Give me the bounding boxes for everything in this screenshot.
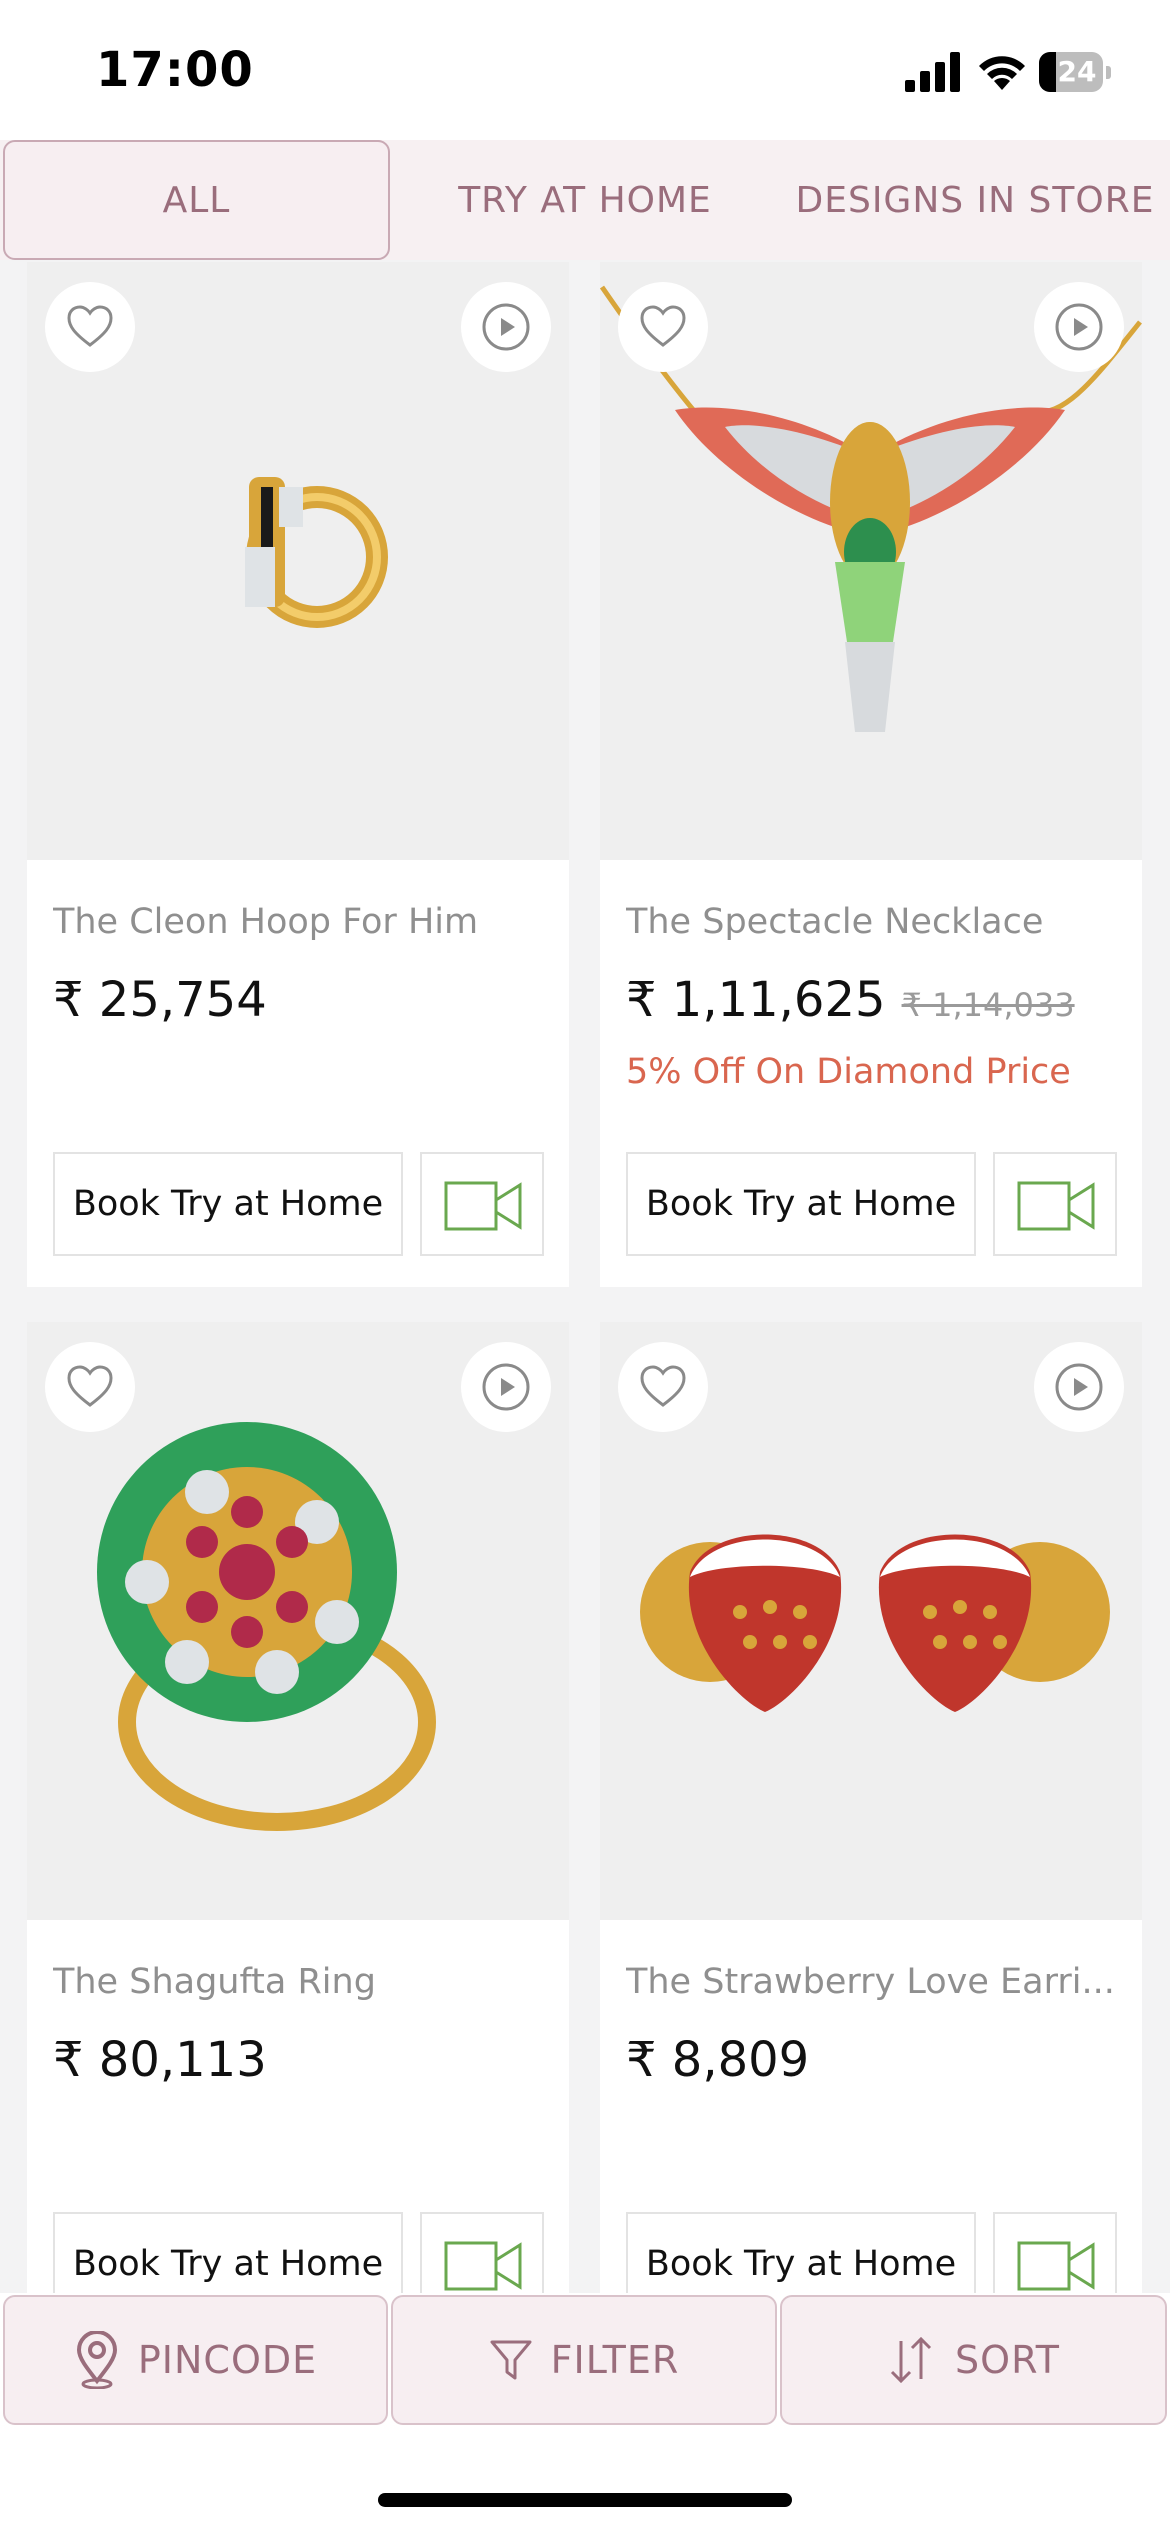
video-camera-icon [444,1181,522,1231]
video-camera-icon [1017,1181,1095,1231]
play-video-button[interactable] [461,282,551,372]
battery-icon: 24 [1039,52,1103,92]
product-image[interactable] [27,262,569,860]
pincode-label: PINCODE [137,2338,318,2382]
play-video-button[interactable] [1034,282,1124,372]
wishlist-button[interactable] [618,282,708,372]
status-bar: 17:00 24 [0,0,1170,140]
status-time: 17:00 [96,42,254,98]
filter-icon [490,2340,532,2380]
product-name[interactable]: The Shagufta Ring [53,1962,543,2002]
product-image[interactable] [27,1322,569,1920]
product-name[interactable]: The Cleon Hoop For Him [53,902,543,942]
product-price: ₹ 25,754 [53,972,267,1028]
book-try-at-home-button[interactable]: Book Try at Home [53,1152,403,1256]
tab-try-at-home[interactable]: TRY AT HOME [390,140,780,260]
pincode-button[interactable]: PINCODE [3,2295,388,2425]
filter-label: FILTER [550,2338,680,2382]
product-card[interactable]: The Shagufta Ring ₹ 80,113 Book Try at H… [27,1322,569,2347]
product-card[interactable]: The Strawberry Love Earri... ₹ 8,809 Boo… [600,1322,1142,2347]
product-name[interactable]: The Spectacle Necklace [626,902,1116,942]
sort-label: SORT [955,2338,1060,2382]
play-icon [482,1363,530,1411]
product-price: ₹ 80,113 [53,2032,267,2088]
book-try-at-home-button[interactable]: Book Try at Home [626,1152,976,1256]
video-call-button[interactable] [420,1152,544,1256]
product-image[interactable] [600,1322,1142,1920]
wifi-icon [979,56,1025,90]
wishlist-button[interactable] [45,1342,135,1432]
video-camera-icon [1017,2241,1095,2291]
tab-designs-in-store[interactable]: DESIGNS IN STORE [780,140,1170,260]
play-video-button[interactable] [461,1342,551,1432]
category-tabs: ALL TRY AT HOME DESIGNS IN STORE [0,140,1170,260]
product-image[interactable] [600,262,1142,860]
product-card[interactable]: The Spectacle Necklace ₹ 1,11,625 ₹ 1,14,… [600,262,1142,1287]
play-icon [482,303,530,351]
video-camera-icon [444,2241,522,2291]
play-video-button[interactable] [1034,1342,1124,1432]
sort-button[interactable]: SORT [780,2295,1167,2425]
product-name[interactable]: The Strawberry Love Earri... [626,1962,1116,2002]
video-call-button[interactable] [993,1152,1117,1256]
product-price: ₹ 8,809 [626,2032,810,2088]
tab-all[interactable]: ALL [3,140,390,260]
location-pin-icon [76,2331,117,2389]
battery-level: 24 [1057,55,1097,88]
product-price: ₹ 1,11,625 ₹ 1,14,033 [626,972,1075,1028]
heart-icon [640,305,686,347]
original-price: ₹ 1,14,033 [901,986,1075,1024]
wishlist-button[interactable] [45,282,135,372]
heart-icon [640,1365,686,1407]
home-indicator [378,2493,792,2507]
play-icon [1055,303,1103,351]
heart-icon [67,1365,113,1407]
discount-label: 5% Off On Diamond Price [626,1052,1071,1092]
filter-button[interactable]: FILTER [391,2295,777,2425]
cellular-signal-icon [905,52,960,92]
product-card[interactable]: The Cleon Hoop For Him ₹ 25,754 Book Try… [27,262,569,1287]
heart-icon [67,305,113,347]
wishlist-button[interactable] [618,1342,708,1432]
sort-icon [890,2336,932,2384]
play-icon [1055,1363,1103,1411]
